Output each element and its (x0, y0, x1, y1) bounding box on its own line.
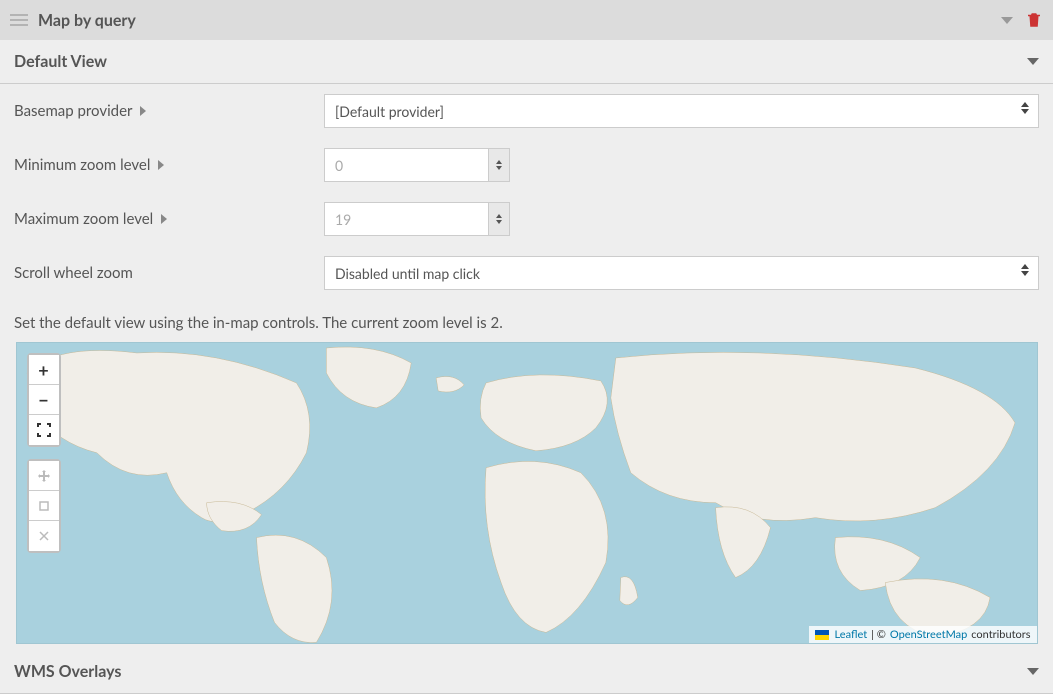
square-icon (38, 500, 50, 512)
ukraine-flag-icon (815, 630, 829, 640)
panel-header-actions (1001, 10, 1043, 30)
field-max-zoom: Maximum zoom level 19 (14, 192, 1039, 246)
map-tiles (17, 343, 1037, 644)
label-text: Basemap provider (14, 102, 132, 120)
chevron-down-icon[interactable] (1001, 17, 1013, 24)
label-text: Minimum zoom level (14, 156, 150, 174)
input-value: 19 (335, 211, 351, 228)
select-value: [Default provider] (335, 103, 444, 120)
zoom-control-group: + − (27, 353, 61, 447)
chevron-right-icon[interactable] (158, 160, 164, 170)
draw-marker-button[interactable] (29, 461, 59, 491)
basemap-select[interactable]: [Default provider] (324, 94, 1039, 128)
zoom-out-button[interactable]: − (29, 385, 59, 415)
help-text: Set the default view using the in-map co… (14, 300, 1039, 342)
spinner-buttons[interactable] (488, 148, 510, 182)
fullscreen-icon (37, 423, 51, 437)
move-icon (38, 470, 50, 482)
panel-title: Map by query (38, 11, 991, 30)
attrib-sep: | © (871, 628, 886, 641)
min-zoom-input[interactable]: 0 (324, 148, 510, 182)
section-header-default-view[interactable]: Default View (0, 40, 1053, 84)
map-controls: + − (27, 353, 61, 553)
map-attribution: Leaflet | © OpenStreetMap contributors (809, 626, 1037, 643)
chevron-right-icon[interactable] (161, 214, 167, 224)
spinner-buttons[interactable] (488, 202, 510, 236)
field-label-max-zoom: Maximum zoom level (14, 210, 304, 228)
select-caret-icon (1021, 102, 1029, 114)
zoom-in-button[interactable]: + (29, 355, 59, 385)
chevron-down-icon (1027, 58, 1039, 65)
field-label-scroll-wheel: Scroll wheel zoom (14, 264, 304, 282)
leaflet-link[interactable]: Leaflet (835, 628, 868, 641)
close-icon (38, 530, 50, 542)
field-label-min-zoom: Minimum zoom level (14, 156, 304, 174)
scroll-wheel-select[interactable]: Disabled until map click (324, 256, 1039, 290)
section-title: Default View (14, 52, 107, 71)
attrib-tail: contributors (971, 628, 1030, 641)
panel-header: Map by query (0, 0, 1053, 40)
select-value: Disabled until map click (335, 265, 480, 282)
draw-delete-button[interactable] (29, 521, 59, 551)
osm-link[interactable]: OpenStreetMap (890, 628, 967, 641)
trash-icon[interactable] (1025, 10, 1043, 30)
field-min-zoom: Minimum zoom level 0 (14, 138, 1039, 192)
draw-control-group (27, 459, 61, 553)
field-scroll-wheel: Scroll wheel zoom Disabled until map cli… (14, 246, 1039, 300)
map[interactable]: + − (16, 342, 1038, 644)
section-default-view: Basemap provider [Default provider] Mini… (0, 84, 1053, 644)
drag-handle-icon[interactable] (10, 14, 28, 26)
label-text: Maximum zoom level (14, 210, 153, 228)
field-label-basemap: Basemap provider (14, 102, 304, 120)
section-header-wms-overlays[interactable]: WMS Overlays (0, 650, 1053, 694)
fullscreen-button[interactable] (29, 415, 59, 445)
input-value: 0 (335, 157, 343, 174)
chevron-down-icon (1027, 668, 1039, 675)
select-caret-icon (1021, 264, 1029, 276)
section-title: WMS Overlays (14, 662, 121, 681)
label-text: Scroll wheel zoom (14, 264, 133, 282)
max-zoom-input[interactable]: 19 (324, 202, 510, 236)
chevron-right-icon[interactable] (140, 106, 146, 116)
draw-rect-button[interactable] (29, 491, 59, 521)
field-basemap: Basemap provider [Default provider] (14, 84, 1039, 138)
